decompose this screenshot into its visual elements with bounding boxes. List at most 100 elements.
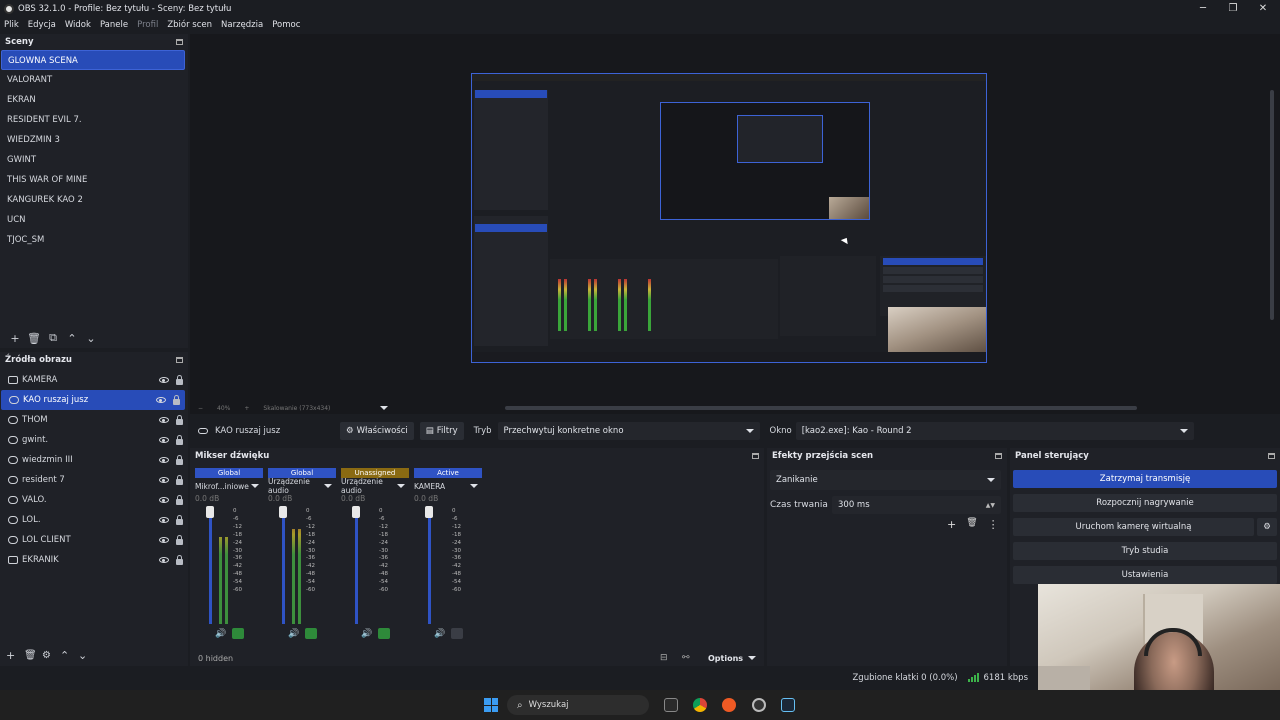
remove-source-icon[interactable]: 🗑 [24, 650, 42, 661]
source-item[interactable]: LOL. [0, 510, 188, 530]
source-item[interactable]: THOM [0, 410, 188, 430]
visibility-eye-icon[interactable] [159, 537, 169, 543]
more-options-icon[interactable]: ⋮ [988, 518, 999, 531]
start-virtual-camera-button[interactable]: Uruchom kamerę wirtualną [1013, 518, 1254, 536]
settings-button[interactable]: Ustawienia [1013, 566, 1277, 584]
start-recording-button[interactable]: Rozpocznij nagrywanie [1013, 494, 1277, 512]
source-item[interactable]: VALO. [0, 490, 188, 510]
add-source-icon[interactable]: + [6, 649, 24, 662]
visibility-eye-icon[interactable] [159, 477, 169, 483]
scene-item[interactable]: UCN [0, 210, 188, 230]
source-item[interactable]: wiedzmin III [0, 450, 188, 470]
volume-slider-handle[interactable] [425, 506, 433, 518]
stop-streaming-button[interactable]: Zatrzymaj transmisję [1013, 470, 1277, 488]
speaker-icon[interactable]: 🔊 [361, 629, 372, 639]
visibility-eye-icon[interactable] [159, 457, 169, 463]
obs-taskbar-icon[interactable] [752, 698, 766, 712]
add-transition-icon[interactable]: + [947, 518, 956, 531]
options-button[interactable]: Options [708, 654, 743, 663]
remove-transition-icon[interactable]: 🗑 [966, 518, 977, 531]
virtual-camera-settings-icon[interactable]: ⚙ [1257, 518, 1277, 536]
menu-edit[interactable]: Edycja [28, 20, 56, 30]
channel-name-dropdown[interactable]: Urządzenie audio [268, 477, 336, 495]
scene-filters-icon[interactable]: ⧉ [44, 331, 62, 345]
source-item[interactable]: resident 7 [0, 470, 188, 490]
monitor-headphones-icon[interactable] [451, 628, 464, 639]
visibility-eye-icon[interactable] [159, 377, 169, 383]
lock-icon[interactable] [176, 434, 183, 445]
source-item[interactable]: gwint. [0, 430, 188, 450]
remove-scene-icon[interactable]: 🗑 [25, 331, 43, 345]
chrome-icon[interactable] [693, 698, 707, 712]
undock-icon[interactable] [176, 39, 183, 45]
speaker-icon[interactable]: 🔊 [288, 629, 299, 639]
scene-item[interactable]: EKRAN [0, 90, 188, 110]
preview-vertical-scrollbar[interactable] [1270, 90, 1274, 320]
scene-item[interactable]: WIEDZMIN 3 [0, 130, 188, 150]
volume-slider-handle[interactable] [206, 506, 214, 518]
scene-item[interactable]: TJOC_SM [0, 230, 188, 250]
visibility-eye-icon[interactable] [159, 417, 169, 423]
window-select[interactable]: [kao2.exe]: Kao - Round 2 [795, 422, 1194, 440]
scene-item[interactable]: GWINT [0, 150, 188, 170]
undock-icon[interactable] [1268, 453, 1275, 459]
speaker-icon[interactable]: 🔊 [434, 629, 445, 639]
monitor-headphones-icon[interactable] [232, 628, 245, 639]
channel-name-dropdown[interactable]: KAMERA [414, 480, 482, 492]
add-scene-icon[interactable]: + [6, 331, 24, 345]
channel-name-dropdown[interactable]: Mikrof...iniowe [195, 480, 263, 492]
undock-icon[interactable] [995, 453, 1002, 459]
taskbar-search[interactable]: ⌕ Wyszukaj [507, 695, 649, 715]
volume-slider-handle[interactable] [352, 506, 360, 518]
speaker-icon[interactable]: 🔊 [215, 629, 226, 639]
menu-profile[interactable]: Profil [137, 20, 158, 30]
lock-icon[interactable] [176, 514, 183, 525]
maximize-button[interactable]: ❐ [1218, 0, 1248, 17]
monitor-headphones-icon[interactable] [305, 628, 318, 639]
menu-tools[interactable]: Narzędzia [221, 20, 263, 30]
move-up-icon[interactable]: ⌃ [60, 649, 78, 662]
properties-button[interactable]: ⚙ Właściwości [340, 422, 414, 440]
link-icon[interactable]: ⚯ [682, 653, 690, 663]
source-item[interactable]: EKRANIK [0, 550, 188, 570]
filters-button[interactable]: ▤ Filtry [419, 422, 464, 440]
monitor-headphones-icon[interactable] [378, 628, 391, 639]
menu-file[interactable]: Plik [4, 20, 19, 30]
lock-icon[interactable] [176, 494, 183, 505]
scene-item[interactable]: GLOWNA SCENA [1, 50, 185, 70]
undock-icon[interactable] [176, 357, 183, 363]
scene-item[interactable]: KANGUREK KAO 2 [0, 190, 188, 210]
scale-dropdown-icon[interactable] [380, 406, 389, 410]
lock-icon[interactable] [176, 474, 183, 485]
visibility-eye-icon[interactable] [156, 397, 166, 403]
move-up-icon[interactable]: ⌃ [63, 331, 81, 345]
close-button[interactable]: ✕ [1248, 0, 1278, 17]
scene-item[interactable]: THIS WAR OF MINE [0, 170, 188, 190]
minimize-button[interactable]: ─ [1188, 0, 1218, 17]
lock-icon[interactable] [176, 554, 183, 565]
channel-name-dropdown[interactable]: Urządzenie audio [341, 477, 409, 495]
duration-spinbox[interactable]: 300 ms ▲▼ [832, 496, 1001, 514]
lock-icon[interactable] [176, 534, 183, 545]
menu-scene-collection[interactable]: Zbiór scen [167, 20, 212, 30]
lock-icon[interactable] [176, 454, 183, 465]
lock-icon[interactable] [176, 374, 183, 385]
volume-slider-track[interactable] [428, 512, 431, 624]
program-preview[interactable] [471, 73, 987, 363]
source-item[interactable]: KAMERA [0, 370, 188, 390]
scene-item[interactable]: VALORANT [0, 70, 188, 90]
volume-slider-track[interactable] [355, 512, 358, 624]
menu-view[interactable]: Widok [65, 20, 91, 30]
visibility-eye-icon[interactable] [159, 497, 169, 503]
zoom-out-icon[interactable]: − [198, 405, 203, 412]
menu-help[interactable]: Pomoc [272, 20, 300, 30]
visibility-eye-icon[interactable] [159, 517, 169, 523]
move-down-icon[interactable]: ⌄ [82, 331, 100, 345]
volume-slider-track[interactable] [282, 512, 285, 624]
lock-icon[interactable] [173, 394, 180, 405]
layout-icon[interactable]: ⊟ [660, 653, 668, 663]
windows-start-icon[interactable] [484, 698, 498, 712]
source-item[interactable]: KAO ruszaj jusz [1, 390, 185, 410]
volume-slider-handle[interactable] [279, 506, 287, 518]
spinner-icon[interactable]: ▲▼ [986, 502, 995, 509]
